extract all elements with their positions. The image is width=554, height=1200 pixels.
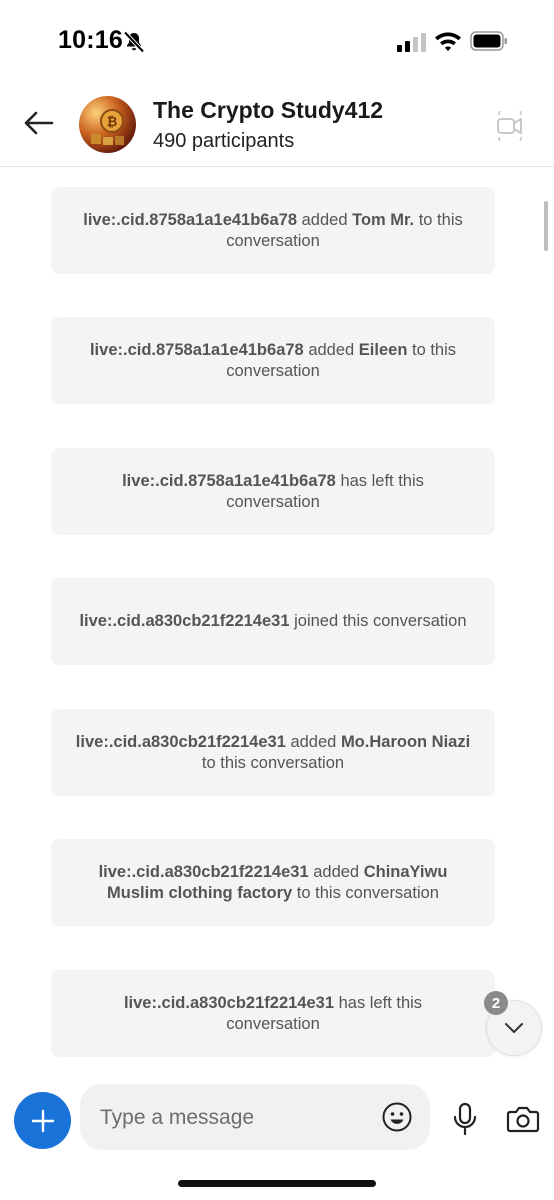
system-message-text: live:.cid.a830cb21f2214e31 joined this c…: [79, 611, 466, 632]
message-text: added: [297, 210, 353, 229]
message-text: joined this conversation: [289, 612, 467, 630]
conversation-title[interactable]: The Crypto Study412: [153, 97, 383, 124]
message-entity: live:.cid.a830cb21f2214e31: [98, 862, 309, 881]
message-entity: Mo.Haroon Niazi: [340, 732, 471, 751]
message-entity: live:.cid.a830cb21f2214e31: [79, 612, 290, 630]
system-message: live:.cid.a830cb21f2214e31 has left this…: [51, 970, 495, 1057]
chat-header: ₿ The Crypto Study412 490 participants: [0, 80, 554, 167]
battery-icon: [470, 31, 507, 51]
message-entity: live:.cid.8758a1a1e41b6a78: [122, 471, 336, 490]
bell-slash-icon: [123, 31, 145, 53]
chevron-down-icon: [505, 1023, 523, 1033]
status-time: 10:16: [58, 26, 123, 54]
message-entity: Tom Mr.: [352, 210, 415, 229]
message-text: added: [303, 340, 359, 359]
signal-icon: [397, 33, 426, 52]
system-message: live:.cid.a830cb21f2214e31 added Mo.Haro…: [51, 709, 495, 796]
system-message: live:.cid.a830cb21f2214e31 joined this c…: [51, 578, 495, 665]
message-text: added: [308, 862, 364, 881]
message-text: to this conversation: [292, 883, 439, 902]
system-message: live:.cid.8758a1a1e41b6a78 added Tom Mr.…: [51, 187, 495, 274]
message-entity: live:.cid.8758a1a1e41b6a78: [83, 210, 298, 229]
system-message-text: live:.cid.a830cb21f2214e31 added Mo.Haro…: [75, 732, 471, 774]
system-message-text: live:.cid.8758a1a1e41b6a78 added Tom Mr.…: [75, 210, 471, 252]
svg-text:₿: ₿: [107, 115, 118, 130]
system-message-text: live:.cid.a830cb21f2214e31 has left this…: [75, 993, 471, 1035]
unread-badge: 2: [484, 991, 508, 1015]
message-entity: Eileen: [358, 340, 408, 359]
system-message-text: live:.cid.a830cb21f2214e31 added ChinaYi…: [75, 862, 471, 904]
home-indicator: [178, 1180, 376, 1187]
system-message: live:.cid.a830cb21f2214e31 added ChinaYi…: [51, 839, 495, 926]
scrollbar[interactable]: [544, 201, 548, 251]
message-composer: [80, 1084, 430, 1150]
back-arrow-icon[interactable]: [22, 106, 56, 140]
system-message-text: live:.cid.8758a1a1e41b6a78 has left this…: [75, 471, 471, 513]
message-list[interactable]: live:.cid.8758a1a1e41b6a78 added Tom Mr.…: [0, 167, 554, 1067]
camera-icon[interactable]: [506, 1104, 540, 1134]
video-call-icon[interactable]: [496, 111, 524, 141]
system-message: live:.cid.8758a1a1e41b6a78 added Eileen …: [51, 317, 495, 404]
message-entity: live:.cid.a830cb21f2214e31: [123, 993, 335, 1012]
plus-icon: [31, 1109, 54, 1132]
message-input[interactable]: [98, 1098, 372, 1138]
add-button[interactable]: [14, 1092, 71, 1149]
microphone-icon[interactable]: [452, 1102, 478, 1136]
message-text: added: [285, 732, 341, 751]
emoji-icon[interactable]: [381, 1101, 413, 1133]
message-entity: live:.cid.a830cb21f2214e31: [75, 732, 286, 751]
message-text: to this conversation: [201, 753, 345, 772]
avatar[interactable]: ₿: [79, 96, 136, 153]
system-message-text: live:.cid.8758a1a1e41b6a78 added Eileen …: [75, 340, 471, 382]
bitcoin-coin-icon: ₿: [91, 109, 124, 145]
status-bar: 10:16: [0, 0, 554, 80]
message-entity: live:.cid.8758a1a1e41b6a78: [89, 340, 304, 359]
wifi-icon: [435, 32, 461, 51]
system-message: live:.cid.8758a1a1e41b6a78 has left this…: [51, 448, 495, 535]
participant-count[interactable]: 490 participants: [153, 130, 294, 153]
